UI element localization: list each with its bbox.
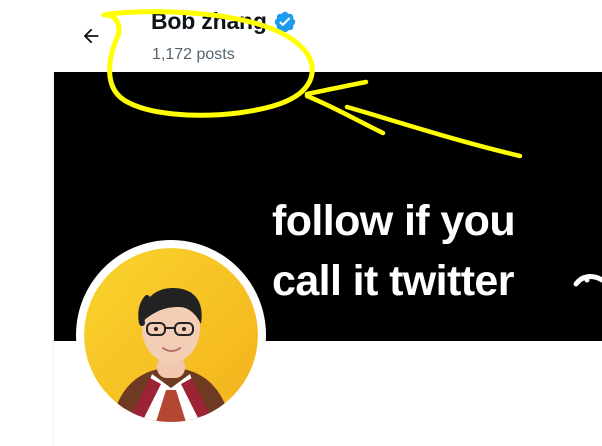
post-count: 1,172 posts — [152, 46, 235, 63]
profile-name-row: Bob zhang — [151, 8, 297, 35]
avatar-image[interactable] — [84, 248, 258, 422]
profile-page: Bob zhang 1,172 posts follow if you call… — [0, 0, 602, 446]
banner-text-line-1: follow if you — [272, 197, 516, 245]
profile-header: Bob zhang 1,172 posts — [0, 0, 602, 72]
banner-text-line-2: call it twitter — [272, 257, 514, 305]
back-button[interactable] — [74, 19, 108, 53]
profile-name: Bob zhang — [151, 8, 267, 34]
left-arrow-icon — [83, 28, 99, 44]
partial-emoji-icon — [573, 274, 602, 287]
verified-badge-icon — [274, 11, 295, 32]
avatar-ring[interactable] — [76, 240, 266, 430]
